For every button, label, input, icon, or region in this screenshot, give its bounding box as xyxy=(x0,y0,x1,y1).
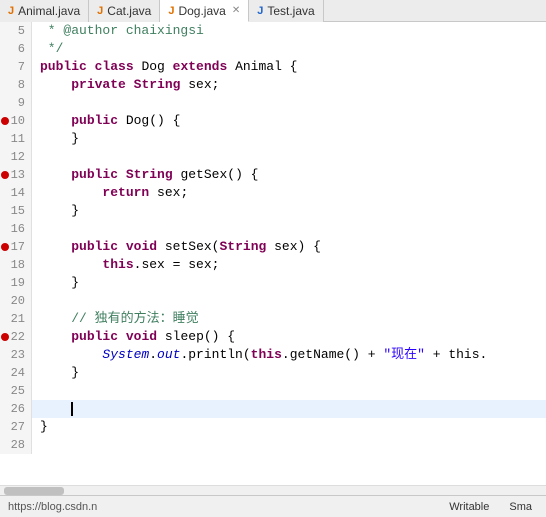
line-number: 10 xyxy=(0,112,32,130)
line-number: 11 xyxy=(0,130,32,148)
code-line: 7 public class Dog extends Animal { xyxy=(0,58,546,76)
code-line: 19 } xyxy=(0,274,546,292)
line-content: } xyxy=(32,130,79,148)
line-content: public void sleep() { xyxy=(32,328,235,346)
line-number: 26 xyxy=(0,400,32,418)
line-number: 23 xyxy=(0,346,32,364)
line-number: 18 xyxy=(0,256,32,274)
java-file-icon: J xyxy=(8,5,14,17)
line-number: 27 xyxy=(0,418,32,436)
line-content: this.sex = sex; xyxy=(32,256,219,274)
code-line: 20 xyxy=(0,292,546,310)
java-file-icon: J xyxy=(97,5,103,17)
code-line: 25 xyxy=(0,382,546,400)
line-content: public String getSex() { xyxy=(32,166,258,184)
line-number: 6 xyxy=(0,40,32,58)
code-line: 12 xyxy=(0,148,546,166)
code-line: 18 this.sex = sex; xyxy=(0,256,546,274)
line-content xyxy=(32,400,73,418)
tab-bar: J Animal.java J Cat.java J Dog.java ✕ J … xyxy=(0,0,546,22)
line-number: 25 xyxy=(0,382,32,400)
line-number: 16 xyxy=(0,220,32,238)
line-content: private String sex; xyxy=(32,76,219,94)
status-mode: Sma xyxy=(503,501,538,513)
line-number: 8 xyxy=(0,76,32,94)
line-content: } xyxy=(32,202,79,220)
horizontal-scrollbar[interactable] xyxy=(0,485,546,495)
status-url: https://blog.csdn.n xyxy=(8,501,97,513)
line-content: public Dog() { xyxy=(32,112,180,130)
line-number: 5 xyxy=(0,22,32,40)
tab-label: Test.java xyxy=(267,4,314,18)
line-number: 14 xyxy=(0,184,32,202)
line-content: return sex; xyxy=(32,184,188,202)
code-line: 26 xyxy=(0,400,546,418)
code-lines: 5 * @author chaixingsi 6 */ 7 public cla… xyxy=(0,22,546,485)
line-number: 15 xyxy=(0,202,32,220)
tab-label: Animal.java xyxy=(18,4,80,18)
line-content: */ xyxy=(32,40,63,58)
code-line: 10 public Dog() { xyxy=(0,112,546,130)
java-file-icon: J xyxy=(257,5,263,17)
line-number: 19 xyxy=(0,274,32,292)
line-number: 7 xyxy=(0,58,32,76)
line-content: public void setSex(String sex) { xyxy=(32,238,321,256)
line-number: 12 xyxy=(0,148,32,166)
code-line: 9 xyxy=(0,94,546,112)
code-area: 5 * @author chaixingsi 6 */ 7 public cla… xyxy=(0,22,546,495)
code-line: 23 System.out.println(this.getName() + "… xyxy=(0,346,546,364)
code-line: 22 public void sleep() { xyxy=(0,328,546,346)
line-number: 9 xyxy=(0,94,32,112)
java-file-icon: J xyxy=(168,5,174,17)
code-line: 14 return sex; xyxy=(0,184,546,202)
code-line: 11 } xyxy=(0,130,546,148)
scrollbar-thumb[interactable] xyxy=(4,487,64,495)
line-number: 21 xyxy=(0,310,32,328)
line-content: } xyxy=(32,274,79,292)
code-line: 24 } xyxy=(0,364,546,382)
code-line: 15 } xyxy=(0,202,546,220)
line-number: 17 xyxy=(0,238,32,256)
tab-test-java[interactable]: J Test.java xyxy=(249,0,323,22)
status-writable: Writable xyxy=(443,501,495,513)
tab-cat-java[interactable]: J Cat.java xyxy=(89,0,160,22)
tab-dog-java[interactable]: J Dog.java ✕ xyxy=(160,0,249,22)
line-content: } xyxy=(32,364,79,382)
status-bar: https://blog.csdn.n Writable Sma xyxy=(0,495,546,517)
code-line: 17 public void setSex(String sex) { xyxy=(0,238,546,256)
code-line: 27 } xyxy=(0,418,546,436)
line-content: * @author chaixingsi xyxy=(32,22,204,40)
line-number: 28 xyxy=(0,436,32,454)
code-line: 6 */ xyxy=(0,40,546,58)
status-right: Writable Sma xyxy=(443,501,538,513)
line-number: 24 xyxy=(0,364,32,382)
tab-label: Cat.java xyxy=(107,4,151,18)
close-icon[interactable]: ✕ xyxy=(232,5,240,16)
line-content: // 独有的方法：睡觉 xyxy=(32,310,199,328)
line-number: 13 xyxy=(0,166,32,184)
line-content: public class Dog extends Animal { xyxy=(32,58,297,76)
line-number: 22 xyxy=(0,328,32,346)
code-line: 28 xyxy=(0,436,546,454)
code-line: 5 * @author chaixingsi xyxy=(0,22,546,40)
code-line: 8 private String sex; xyxy=(0,76,546,94)
line-content: System.out.println(this.getName() + "现在"… xyxy=(32,346,487,364)
tab-animal-java[interactable]: J Animal.java xyxy=(0,0,89,22)
line-content: } xyxy=(32,418,48,436)
tab-label: Dog.java xyxy=(178,4,225,18)
code-line: 13 public String getSex() { xyxy=(0,166,546,184)
code-line: 16 xyxy=(0,220,546,238)
line-number: 20 xyxy=(0,292,32,310)
code-line: 21 // 独有的方法：睡觉 xyxy=(0,310,546,328)
